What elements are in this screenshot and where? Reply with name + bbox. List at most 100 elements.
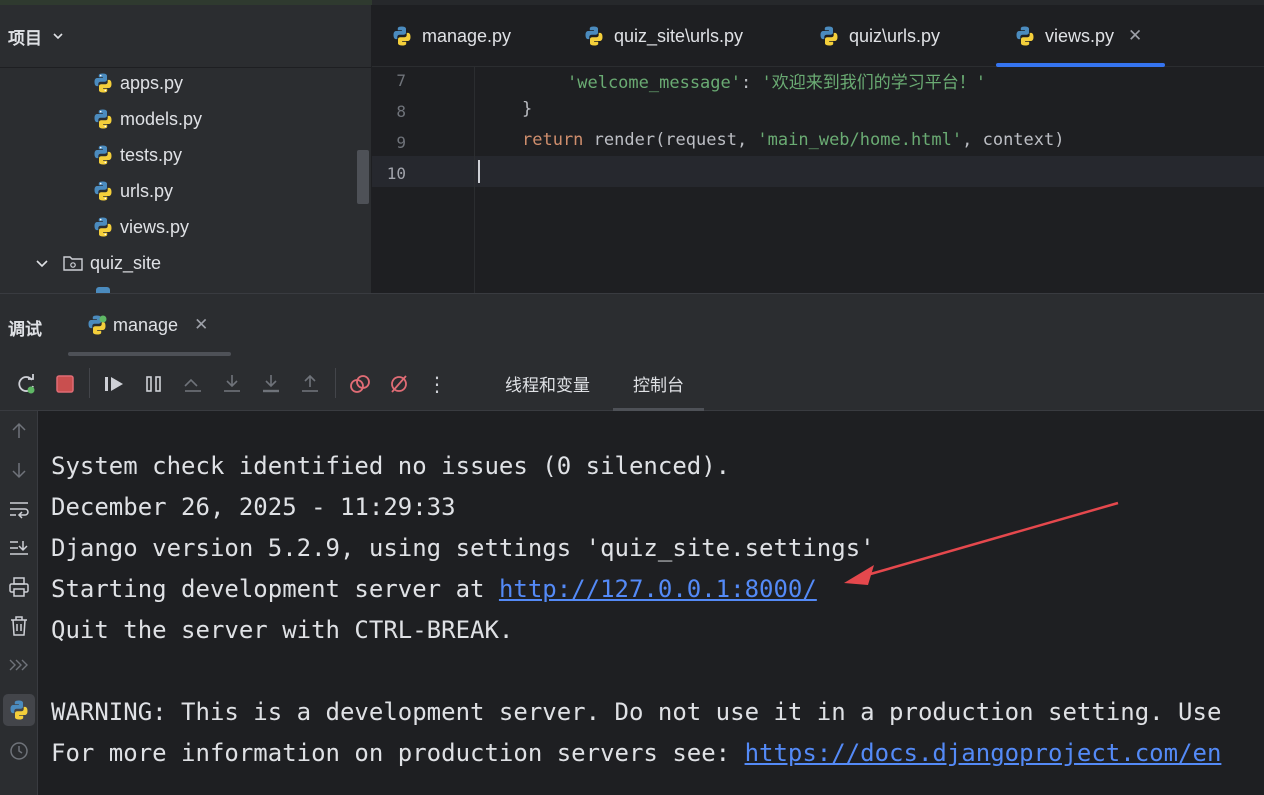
line-number: 9 xyxy=(396,133,406,152)
chevron-down-icon[interactable] xyxy=(34,255,50,271)
separator xyxy=(335,368,336,398)
code-line-8[interactable]: } xyxy=(522,99,532,119)
code-token: return xyxy=(522,130,584,150)
console-output[interactable]: System check identified no issues (0 sil… xyxy=(51,411,1264,795)
console-text: For more information on production serve… xyxy=(51,739,745,767)
separator xyxy=(89,368,90,398)
line-number: 10 xyxy=(386,164,406,183)
console-text: Starting development server at xyxy=(51,575,499,603)
step-out-icon[interactable] xyxy=(298,372,322,396)
view-breakpoints-icon[interactable] xyxy=(348,372,372,396)
console-line: December 26, 2025 - 11:29:33 xyxy=(51,493,456,521)
tree-item-tests-py[interactable]: tests.py xyxy=(92,137,182,173)
close-icon[interactable]: ✕ xyxy=(1128,26,1142,46)
tab-quiz-site-urls-py[interactable]: quiz_site\urls.py xyxy=(583,5,743,67)
annotation-arrow-icon xyxy=(844,501,1119,585)
server-url-link[interactable]: http://127.0.0.1:8000/ xyxy=(499,575,817,603)
tab-label: quiz\urls.py xyxy=(849,25,941,46)
console-line: WARNING: This is a development server. D… xyxy=(51,698,1222,726)
step-into-my-code-icon[interactable] xyxy=(259,372,283,396)
stop-icon[interactable] xyxy=(53,372,77,396)
code-token: '欢迎来到我们的学习平台！' xyxy=(761,73,986,93)
code-token: , context) xyxy=(962,130,1065,150)
line-gutter: 7 8 9 10 xyxy=(372,67,475,293)
main-window: 项目 apps.py models.py tests.py urls.py vi… xyxy=(0,0,1264,293)
print-icon[interactable] xyxy=(7,575,31,599)
folder-icon xyxy=(63,256,83,271)
code-token: 'main_web/home.html' xyxy=(757,130,963,150)
close-icon[interactable]: ✕ xyxy=(194,315,208,335)
tree-item-label: models.py xyxy=(120,108,203,129)
docs-link[interactable]: https://docs.djangoproject.com/en xyxy=(745,739,1222,767)
python-file-icon xyxy=(94,109,112,129)
tab-views-py[interactable]: views.py ✕ xyxy=(996,5,1165,67)
code-token: } xyxy=(522,99,533,119)
arrow-up-icon[interactable] xyxy=(7,419,31,443)
tab-threads-variables[interactable]: 线程和变量 xyxy=(505,356,590,411)
python-file-icon xyxy=(585,26,603,46)
divider xyxy=(0,67,371,68)
step-into-icon[interactable] xyxy=(220,372,244,396)
debug-header: 调试 manage ✕ xyxy=(0,294,1264,356)
more-options-icon[interactable]: ⋮ xyxy=(425,372,449,396)
soft-wrap-icon[interactable] xyxy=(7,497,31,521)
code-line-7[interactable]: 'welcome_message': '欢迎来到我们的学习平台！' xyxy=(567,68,986,93)
python-file-icon xyxy=(94,217,112,237)
resume-icon[interactable] xyxy=(102,372,126,396)
tree-item-label: views.py xyxy=(120,216,190,237)
code-token: 'welcome_message' xyxy=(567,73,741,93)
mute-breakpoints-icon[interactable] xyxy=(387,372,411,396)
console-line: Django version 5.2.9, using settings 'qu… xyxy=(51,534,875,562)
history-icon[interactable] xyxy=(7,739,31,763)
chevron-down-icon[interactable] xyxy=(52,30,64,42)
tab-label: manage xyxy=(113,314,179,335)
tree-item-models-py[interactable]: models.py xyxy=(92,101,202,137)
tab-manage-run[interactable]: manage ✕ xyxy=(68,294,231,356)
python-file-icon xyxy=(94,73,112,93)
tree-item-views-py[interactable]: views.py xyxy=(92,209,189,245)
scroll-to-end-icon[interactable] xyxy=(7,536,31,560)
tree-item-label: quiz_site xyxy=(90,252,162,273)
tab-console[interactable]: 控制台 xyxy=(613,356,704,411)
code-token: : xyxy=(741,73,762,93)
tab-quiz-urls-py[interactable]: quiz\urls.py xyxy=(818,5,940,67)
console-line: Quit the server with CTRL-BREAK. xyxy=(51,616,514,644)
text-caret xyxy=(478,160,480,183)
tab-label: manage.py xyxy=(422,25,512,46)
python-console-icon[interactable] xyxy=(7,698,31,722)
python-file-icon xyxy=(820,26,838,46)
project-header[interactable]: 项目 xyxy=(0,5,371,67)
code-line-9[interactable]: return render(request, 'main_web/home.ht… xyxy=(522,130,1064,150)
tree-item-label: tests.py xyxy=(120,144,183,165)
line-number: 8 xyxy=(396,102,406,121)
python-file-icon xyxy=(94,181,112,201)
code-token: render(request, xyxy=(583,130,758,150)
project-title[interactable]: 项目 xyxy=(8,24,42,49)
step-over-icon[interactable] xyxy=(181,372,205,396)
current-line-highlight xyxy=(372,156,1264,187)
tree-item-label: apps.py xyxy=(120,72,184,93)
pause-icon[interactable] xyxy=(142,372,166,396)
console-side-toolbar xyxy=(0,411,38,795)
rerun-icon[interactable] xyxy=(14,372,38,396)
expand-more-icon[interactable] xyxy=(7,653,31,677)
console-line: Starting development server at http://12… xyxy=(51,575,817,603)
tree-item-quiz-site[interactable]: quiz_site xyxy=(34,245,161,281)
tab-label: views.py xyxy=(1045,25,1115,46)
python-debug-icon xyxy=(88,315,107,335)
debug-toolbar: ⋮ 线程和变量 控制台 xyxy=(0,356,1264,411)
console-line: System check identified no issues (0 sil… xyxy=(51,452,731,480)
tree-item-apps-py[interactable]: apps.py xyxy=(92,65,183,101)
line-number: 7 xyxy=(396,71,406,90)
trash-icon[interactable] xyxy=(7,614,31,638)
scrollbar-thumb[interactable] xyxy=(357,150,369,204)
tree-item-label: urls.py xyxy=(120,180,174,201)
console-line: For more information on production serve… xyxy=(51,739,1221,767)
tab-manage-py[interactable]: manage.py xyxy=(391,5,511,67)
arrow-down-icon[interactable] xyxy=(7,458,31,482)
editor-tabs: manage.py quiz_site\urls.py quiz\urls.py xyxy=(372,5,1264,67)
tab-label: quiz_site\urls.py xyxy=(614,25,744,46)
project-panel: 项目 apps.py models.py tests.py urls.py vi… xyxy=(0,5,371,293)
editor: manage.py quiz_site\urls.py quiz\urls.py xyxy=(372,5,1264,293)
tree-item-urls-py[interactable]: urls.py xyxy=(92,173,173,209)
